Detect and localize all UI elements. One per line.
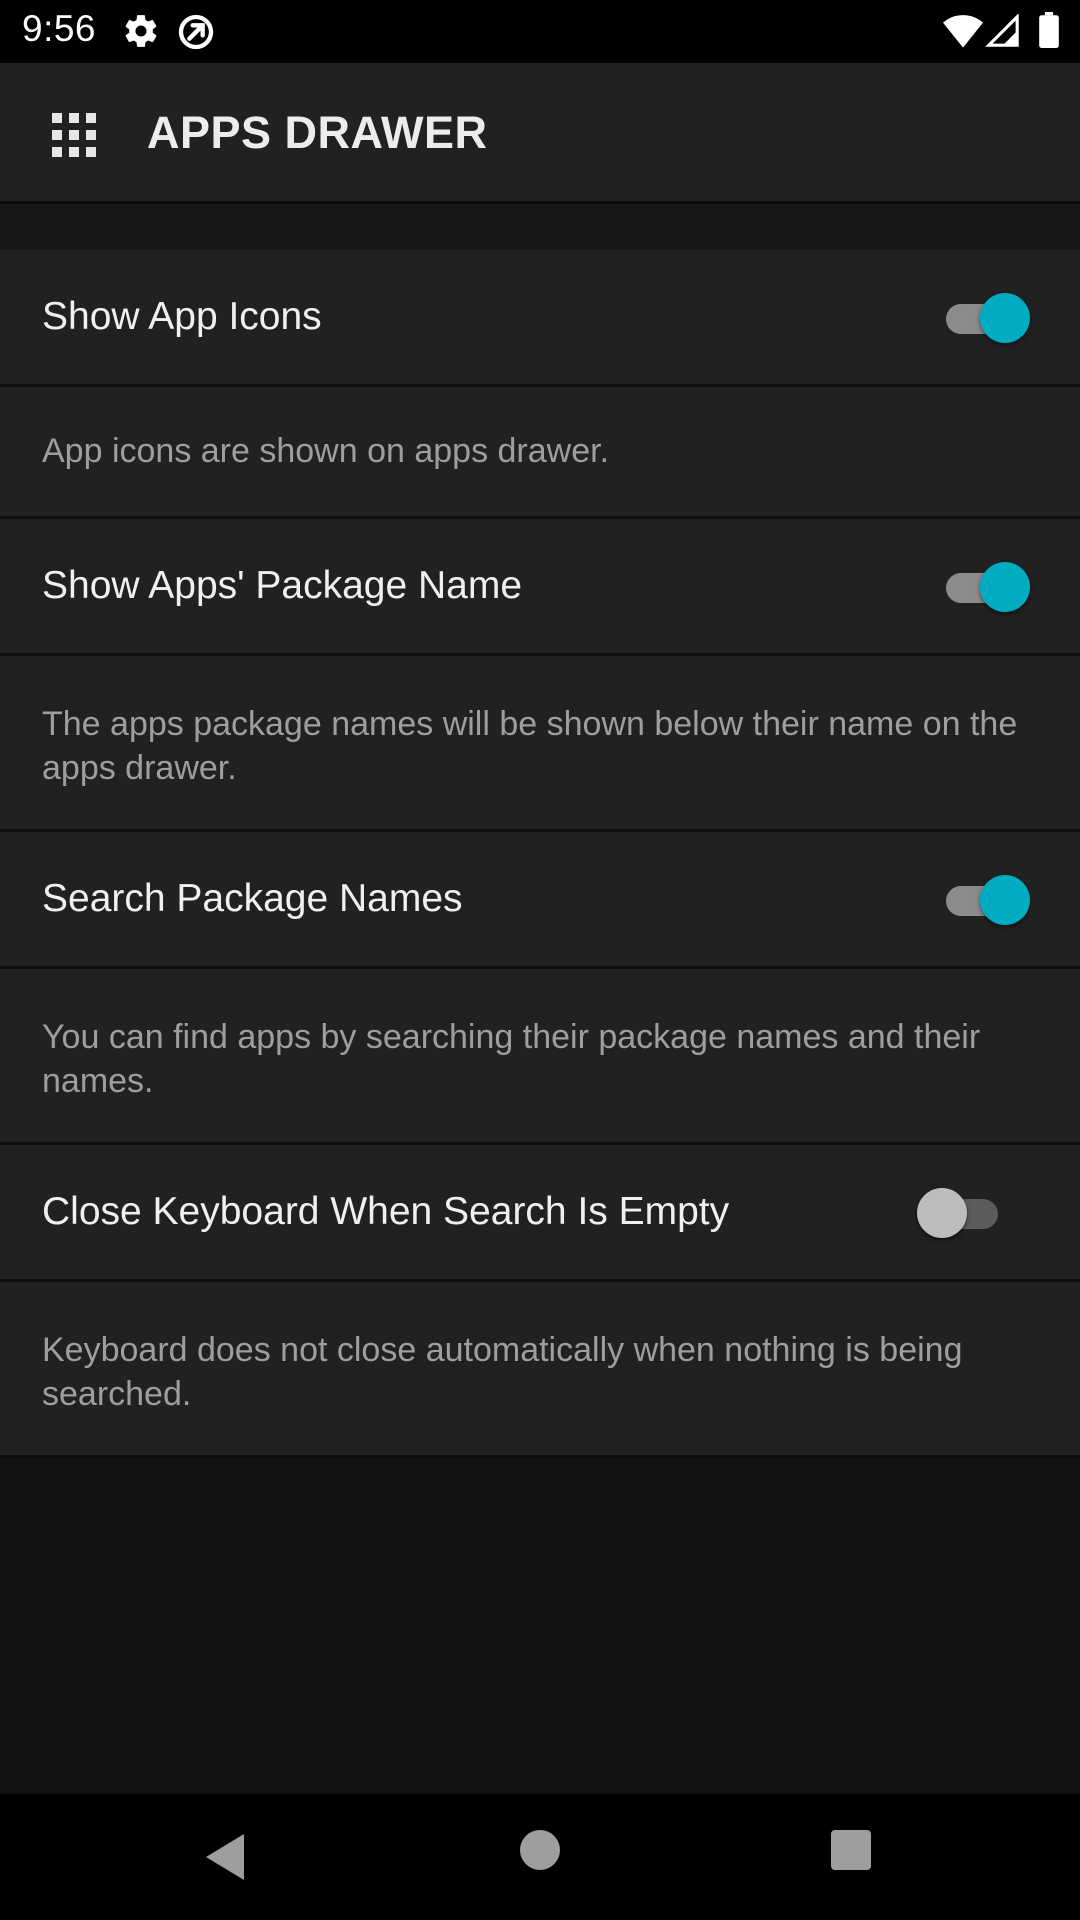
signal-icon <box>985 14 1019 47</box>
settings-list: Show App Icons App icons are shown on ap… <box>0 250 1080 1458</box>
setting-title: Close Keyboard When Search Is Empty <box>42 1190 730 1233</box>
recents-icon[interactable] <box>831 1830 871 1870</box>
toggle-thumb <box>917 1188 967 1238</box>
wifi-icon <box>943 15 983 48</box>
setting-description-row: Keyboard does not close automatically wh… <box>0 1282 1080 1458</box>
status-bar: 9:56 <box>0 0 1080 63</box>
show-package-name-toggle[interactable] <box>940 562 1030 612</box>
setting-title: Show Apps' Package Name <box>42 564 523 607</box>
setting-description-row: App icons are shown on apps drawer. <box>0 387 1080 519</box>
setting-description: The apps package names will be shown bel… <box>42 705 1018 787</box>
setting-title: Search Package Names <box>42 877 463 920</box>
apps-grid-icon[interactable] <box>52 113 96 157</box>
page-title: APPS DRAWER <box>147 107 488 158</box>
navigation-bar <box>0 1794 1080 1920</box>
battery-icon <box>1039 12 1059 48</box>
setting-description: You can find apps by searching their pac… <box>42 1018 981 1100</box>
toggle-thumb <box>980 293 1030 343</box>
search-package-names-toggle[interactable] <box>940 875 1030 925</box>
setting-description: Keyboard does not close automatically wh… <box>42 1331 963 1413</box>
toggle-thumb <box>980 562 1030 612</box>
setting-description: App icons are shown on apps drawer. <box>42 432 610 470</box>
app-bar: APPS DRAWER <box>0 63 1080 204</box>
setting-show-app-icons[interactable]: Show App Icons <box>0 250 1080 387</box>
setting-search-package-names[interactable]: Search Package Names <box>0 832 1080 969</box>
home-icon[interactable] <box>520 1830 560 1870</box>
show-app-icons-toggle[interactable] <box>940 293 1030 343</box>
setting-title: Show App Icons <box>42 295 322 338</box>
setting-description-row: You can find apps by searching their pac… <box>0 969 1080 1145</box>
sync-icon <box>178 14 214 50</box>
status-time: 9:56 <box>22 8 97 49</box>
setting-show-package-name[interactable]: Show Apps' Package Name <box>0 519 1080 656</box>
gear-icon <box>125 15 157 47</box>
section-spacer <box>0 204 1080 250</box>
close-keyboard-toggle[interactable] <box>917 1188 1010 1238</box>
back-icon[interactable] <box>204 1832 248 1882</box>
toggle-thumb <box>980 875 1030 925</box>
setting-description-row: The apps package names will be shown bel… <box>0 656 1080 832</box>
setting-close-keyboard[interactable]: Close Keyboard When Search Is Empty <box>0 1145 1080 1282</box>
